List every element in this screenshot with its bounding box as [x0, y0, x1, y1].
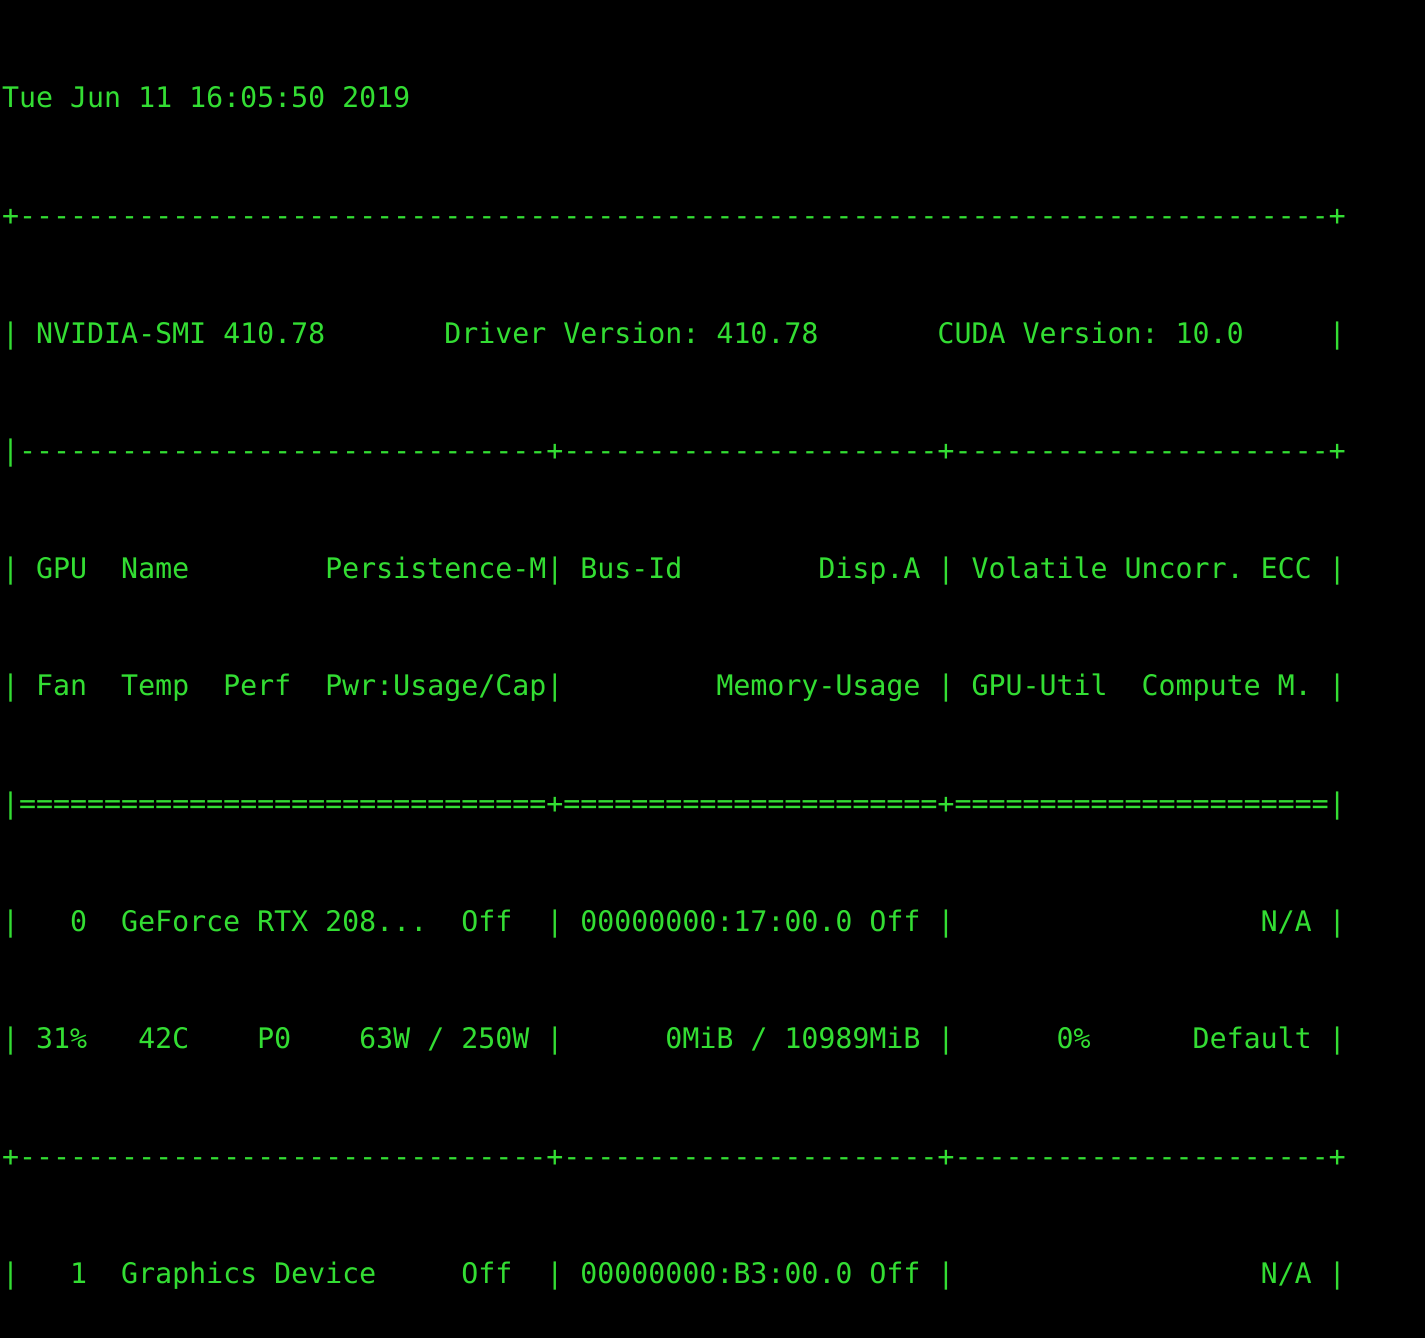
version-line: | NVIDIA-SMI 410.78 Driver Version: 410.…	[2, 316, 1346, 350]
header-heavy-separator: |===============================+=======…	[2, 786, 1346, 820]
gpu-row-1-line-1: | 1 Graphics Device Off | 00000000:B3:00…	[2, 1257, 1346, 1291]
column-header-row-1: | GPU Name Persistence-M| Bus-Id Disp.A …	[2, 551, 1346, 585]
timestamp-line: Tue Jun 11 16:05:50 2019	[2, 81, 411, 115]
column-header-row-2: | Fan Temp Perf Pwr:Usage/Cap| Memory-Us…	[2, 669, 1346, 703]
terminal-window: Tue Jun 11 16:05:50 2019 +--------------…	[0, 0, 1425, 1290]
header-separator: |-------------------------------+-------…	[2, 434, 1346, 468]
gpu-row-0-line-1: | 0 GeForce RTX 208... Off | 00000000:17…	[2, 904, 1346, 938]
table-top-border: +---------------------------------------…	[2, 199, 1346, 232]
gpu-row-0-line-2: | 31% 42C P0 63W / 250W | 0MiB / 10989Mi…	[2, 1022, 1346, 1056]
gpu-row-separator: +-------------------------------+-------…	[2, 1139, 1346, 1173]
